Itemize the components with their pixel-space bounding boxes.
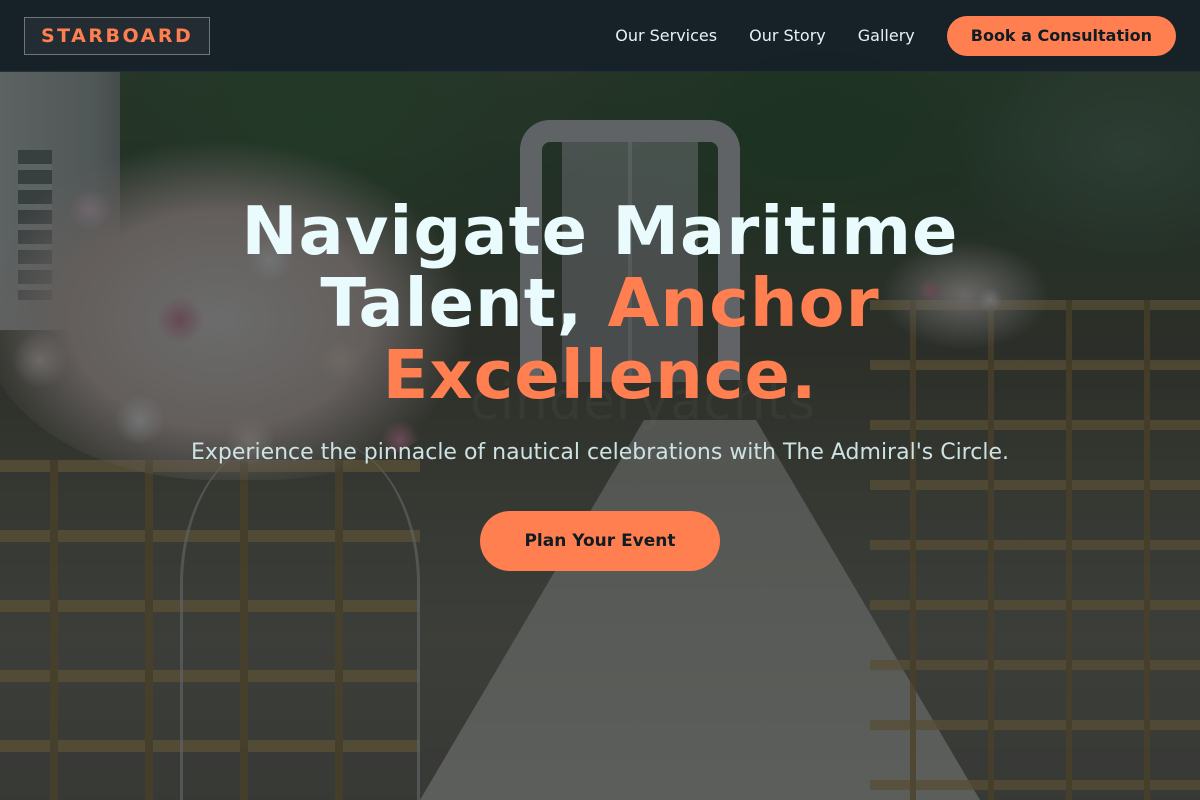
book-consultation-button[interactable]: Book a Consultation [946, 15, 1176, 56]
site-header: STARBOARD Our Services Our Story Gallery… [0, 0, 1200, 72]
hero-section: Navigate Maritime Talent, Anchor Excelle… [0, 195, 1200, 571]
hero-subtitle: Experience the pinnacle of nautical cele… [191, 440, 1009, 465]
main-navigation: Our Services Our Story Gallery Book a Co… [615, 15, 1176, 56]
nav-link-our-story[interactable]: Our Story [749, 26, 826, 45]
hero-headline-line1: Navigate Maritime [241, 192, 959, 270]
nav-link-our-services[interactable]: Our Services [615, 26, 717, 45]
hero-headline-accent-excellence: Excellence. [382, 336, 818, 414]
hero-headline-line2-plain: Talent, [320, 264, 608, 342]
hero-headline-accent-anchor: Anchor [607, 264, 880, 342]
plan-your-event-button[interactable]: Plan Your Event [480, 511, 720, 571]
nav-link-gallery[interactable]: Gallery [858, 26, 915, 45]
hero-headline: Navigate Maritime Talent, Anchor Excelle… [0, 195, 1200, 411]
brand-logo[interactable]: STARBOARD [24, 16, 211, 55]
